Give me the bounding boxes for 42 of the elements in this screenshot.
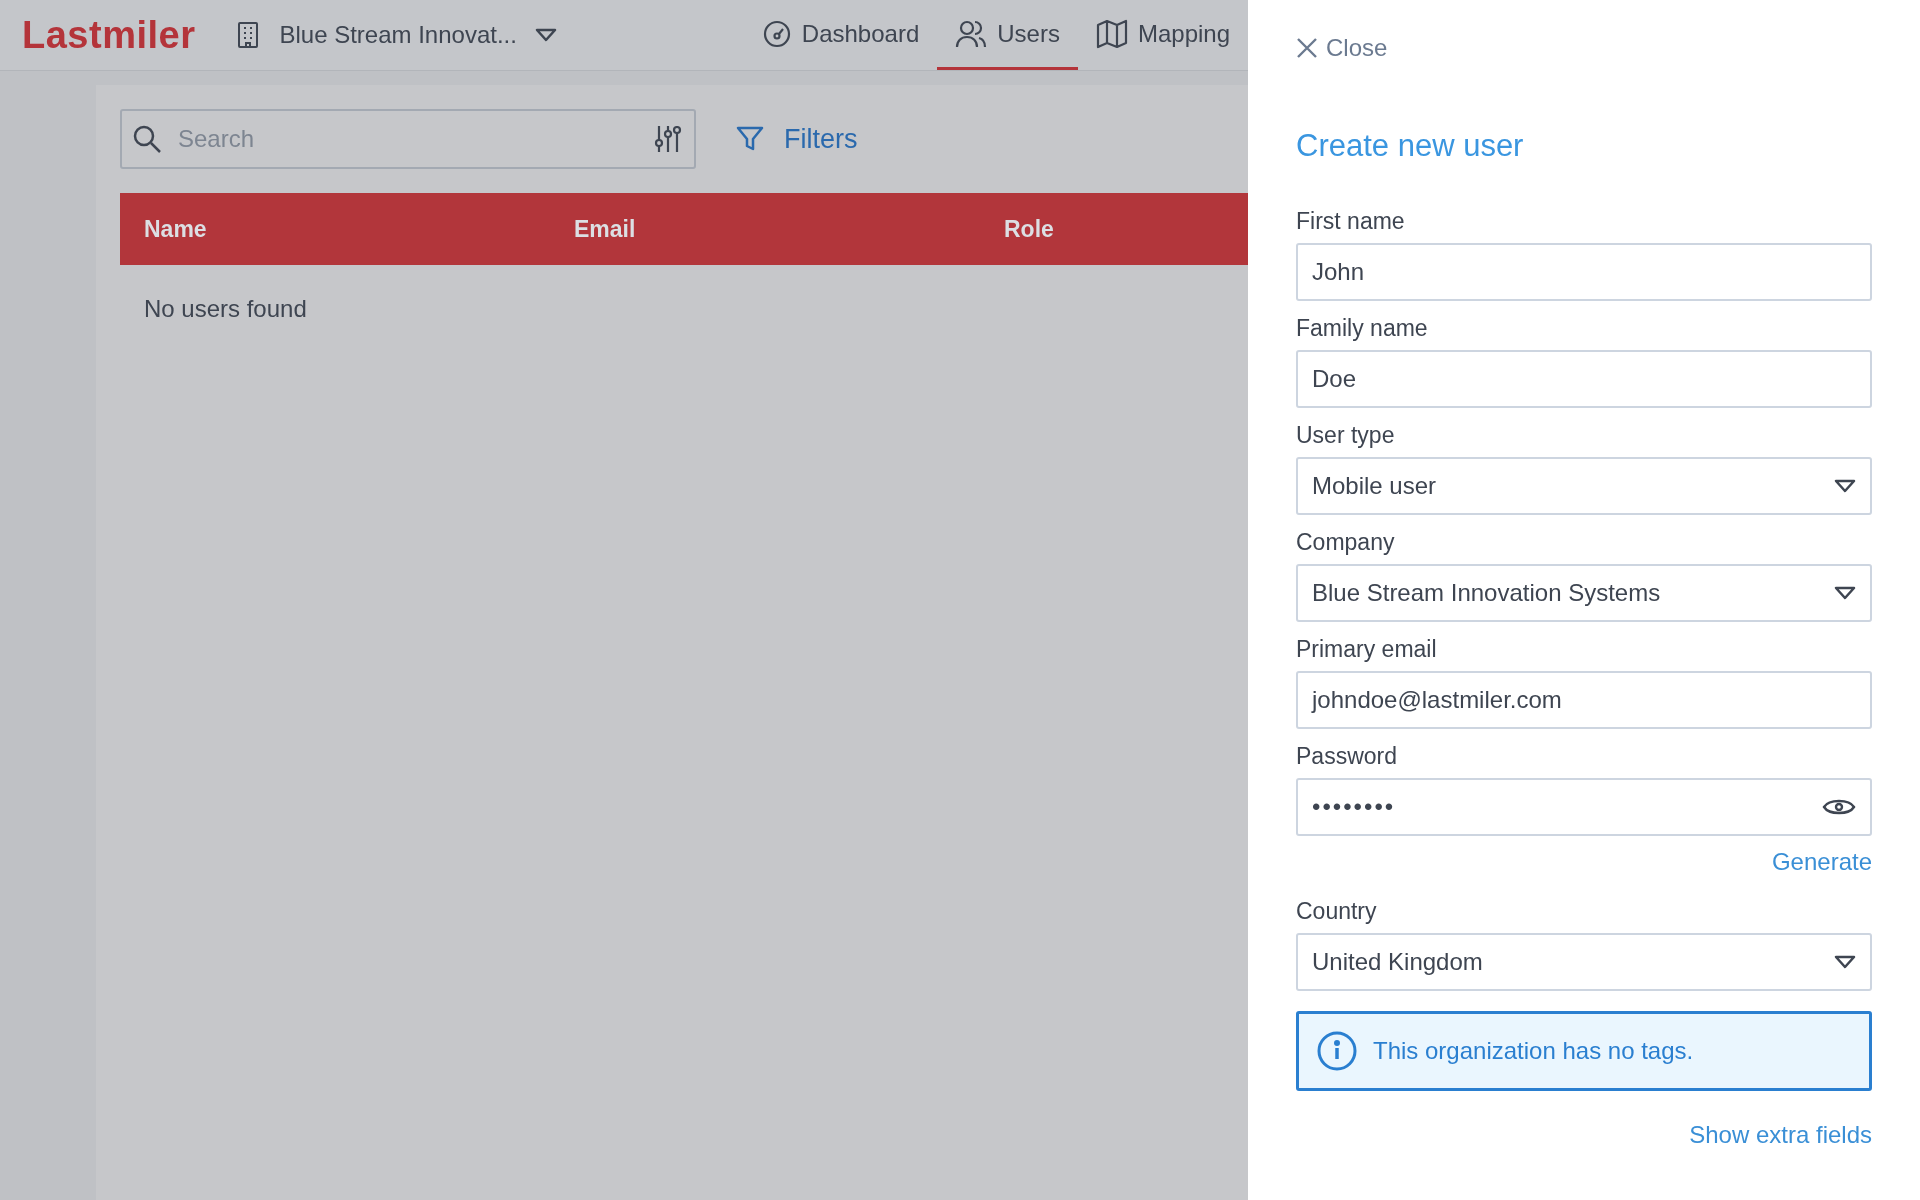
field-label: User type	[1296, 422, 1396, 449]
search-field[interactable]: Search	[120, 109, 696, 169]
logo[interactable]: Lastmiler	[22, 13, 196, 57]
map-icon	[1095, 18, 1128, 49]
nav-tab[interactable]: Users	[937, 0, 1078, 70]
info-icon	[1317, 1031, 1357, 1071]
select-field[interactable]: Blue Stream Innovation Systems	[1296, 564, 1872, 622]
empty-message: No users found	[144, 295, 307, 323]
column-header: Email	[574, 215, 636, 243]
search-icon	[132, 124, 162, 154]
caret-icon	[1834, 479, 1856, 493]
generate-link[interactable]: Generate	[1771, 848, 1872, 876]
field-label: Password	[1296, 743, 1398, 770]
caret-icon	[1834, 586, 1856, 600]
caret-icon	[534, 28, 557, 42]
field-label: Company	[1296, 529, 1396, 556]
gauge-icon	[761, 18, 792, 49]
filters-button[interactable]: Filters	[736, 123, 858, 155]
close-button[interactable]: Close	[1296, 34, 1388, 62]
column-header: Name	[144, 215, 207, 243]
drawer-title: Create new user	[1296, 128, 1525, 164]
text-field[interactable]: John	[1296, 243, 1872, 301]
funnel-icon	[736, 125, 764, 153]
field-label: Primary email	[1296, 636, 1438, 663]
organization-selector[interactable]: Blue Stream Innovat...	[235, 21, 557, 49]
field-label: Country	[1296, 898, 1378, 925]
close-icon	[1296, 37, 1318, 59]
nav-tab[interactable]: Dashboard	[743, 0, 938, 70]
notice-text: This organization has no tags.	[1373, 1037, 1694, 1065]
caret-icon	[1834, 955, 1856, 969]
text-field[interactable]: Doe	[1296, 350, 1872, 408]
field-label: First name	[1296, 208, 1406, 235]
show-extra-fields-link[interactable]: Show extra fields	[1689, 1121, 1872, 1149]
password-field[interactable]: ••••••••	[1296, 778, 1872, 836]
field-label: Family name	[1296, 315, 1429, 342]
users-icon	[955, 18, 988, 49]
select-field[interactable]: Mobile user	[1296, 457, 1872, 515]
select-field[interactable]: United Kingdom	[1296, 933, 1872, 991]
nav-tab[interactable]: Mapping	[1077, 0, 1248, 70]
sliders-icon[interactable]	[654, 124, 682, 154]
text-field[interactable]: johndoe@lastmiler.com	[1296, 671, 1872, 729]
column-header: Role	[1004, 215, 1054, 243]
